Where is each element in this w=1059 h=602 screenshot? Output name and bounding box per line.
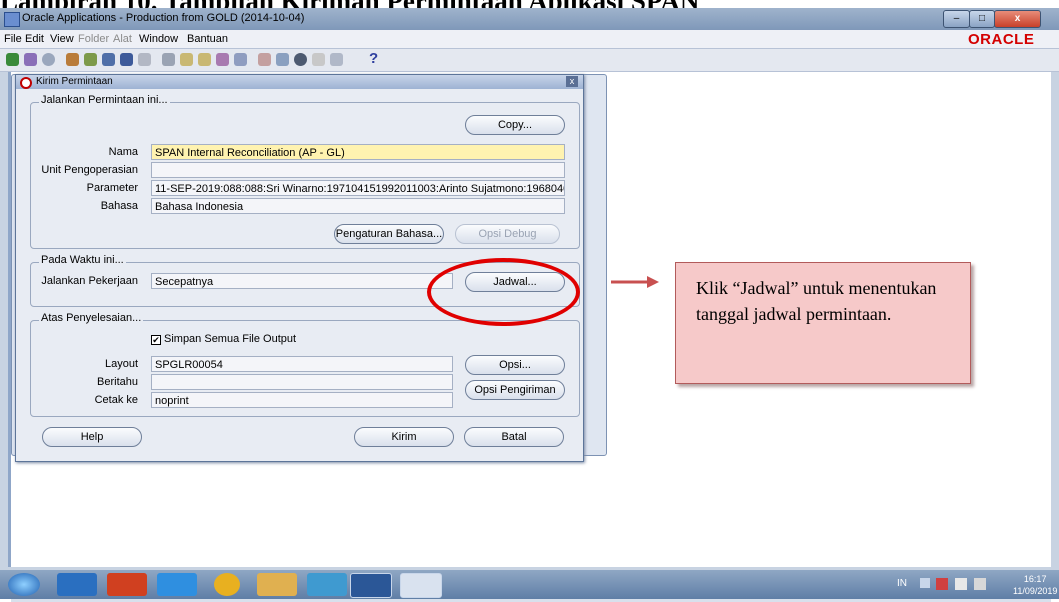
window-title: Oracle Applications - Production from GO… [22, 12, 305, 24]
dialog-close-button[interactable]: x [566, 76, 578, 87]
beritahu-field[interactable] [151, 374, 453, 390]
group-done-label: Atas Penyelesaian... [39, 312, 144, 324]
edit-field-icon[interactable] [258, 53, 271, 66]
clock-time: 16:17 [1023, 574, 1047, 584]
parameter-label: Parameter [86, 182, 138, 194]
menu-alat[interactable]: Alat [113, 33, 132, 45]
menu-file[interactable]: File [4, 33, 22, 45]
clock[interactable]: 16:17 11/09/2019 [1013, 573, 1057, 597]
menu-edit[interactable]: Edit [25, 33, 44, 45]
kirim-button[interactable]: Kirim [354, 427, 454, 447]
navigator-icon[interactable] [42, 53, 55, 66]
menu-bar: File Edit View Folder Alat Window Bantua… [0, 30, 1059, 49]
language-indicator[interactable]: IN [897, 578, 907, 589]
zoom-icon[interactable] [138, 53, 151, 66]
delete-record-icon[interactable] [234, 53, 247, 66]
java-icon[interactable] [400, 573, 442, 598]
opsi-button[interactable]: Opsi... [465, 355, 565, 375]
group-run-label: Jalankan Permintaan ini... [39, 94, 170, 106]
instruction-callout: Klik “Jadwal” untuk menentukan tanggal j… [675, 262, 971, 384]
bahasa-field[interactable]: Bahasa Indonesia [151, 198, 565, 214]
translations-icon[interactable] [312, 53, 325, 66]
word-icon[interactable] [350, 573, 392, 598]
maximize-button[interactable]: □ [969, 10, 995, 28]
cetak-ke-field[interactable]: noprint [151, 392, 453, 408]
unit-pengoperasian-label: Unit Pengoperasian [41, 164, 138, 176]
menu-window[interactable]: Window [139, 33, 178, 45]
dialog-titlebar[interactable]: Kirim Permintaan x [16, 75, 583, 89]
window-help-icon[interactable] [330, 53, 343, 66]
jalankan-pekerjaan-label: Jalankan Pekerjaan [41, 275, 138, 287]
attachments-icon[interactable] [276, 53, 289, 66]
oracle-app-icon [4, 12, 20, 27]
oracle-form-icon [20, 77, 32, 89]
next-step-icon[interactable] [84, 53, 97, 66]
menu-view[interactable]: View [50, 33, 74, 45]
office-icon[interactable] [107, 573, 147, 596]
menu-folder[interactable]: Folder [78, 33, 109, 45]
tray-arrow-icon[interactable] [920, 578, 930, 588]
windows-taskbar: IN 16:17 11/09/2019 [0, 570, 1059, 599]
save-icon[interactable] [66, 53, 79, 66]
chrome-icon[interactable] [214, 573, 240, 596]
outlook-icon[interactable] [57, 573, 97, 596]
new-icon[interactable] [6, 53, 19, 66]
close-window-button[interactable]: x [994, 10, 1041, 28]
print-icon[interactable] [102, 53, 115, 66]
nama-field[interactable]: SPAN Internal Reconciliation (AP - GL) [151, 144, 565, 160]
media-player-icon[interactable] [307, 573, 347, 596]
menu-bantuan[interactable]: Bantuan [187, 33, 228, 45]
file-explorer-icon[interactable] [257, 573, 297, 596]
pengaturan-bahasa-button[interactable]: Pengaturan Bahasa... [334, 224, 444, 244]
paste-icon[interactable] [198, 53, 211, 66]
group-time-label: Pada Waktu ini... [39, 254, 126, 266]
cut-icon[interactable] [162, 53, 175, 66]
minimize-button[interactable]: – [943, 10, 970, 28]
group-completion: Atas Penyelesaian... ✔ Simpan Semua File… [30, 312, 580, 417]
copy-icon[interactable] [180, 53, 193, 66]
simpan-output-checkbox[interactable]: ✔ [151, 335, 161, 345]
jadwal-highlight-circle [427, 258, 580, 326]
bahasa-label: Bahasa [100, 200, 138, 212]
unit-pengoperasian-field[interactable] [151, 162, 565, 178]
group-run-request: Jalankan Permintaan ini... Copy... Nama … [30, 94, 580, 249]
nama-label: Nama [108, 146, 138, 158]
window-titlebar[interactable]: Oracle Applications - Production from GO… [0, 8, 1059, 30]
beritahu-label: Beritahu [97, 376, 138, 388]
copy-button[interactable]: Copy... [465, 115, 565, 135]
parameter-field[interactable]: 11-SEP-2019:088:088:Sri Winarno:19710415… [151, 180, 565, 196]
volume-icon[interactable] [974, 578, 986, 590]
action-center-icon[interactable] [955, 578, 967, 590]
callout-text: Klik “Jadwal” untuk menentukan tanggal j… [696, 278, 937, 324]
opsi-pengiriman-button[interactable]: Opsi Pengiriman [465, 380, 565, 400]
layout-label: Layout [104, 358, 138, 370]
internet-explorer-icon[interactable] [157, 573, 197, 596]
folder-tools-icon[interactable] [294, 53, 307, 66]
help-button[interactable]: Help [42, 427, 142, 447]
start-orb-icon[interactable] [8, 573, 40, 596]
new-record-icon[interactable] [216, 53, 229, 66]
help-icon[interactable]: ? [369, 50, 378, 67]
jalankan-pekerjaan-field[interactable]: Secepatnya [151, 273, 453, 289]
oracle-logo: ORACLE [968, 31, 1035, 48]
clock-date: 11/09/2019 [1013, 586, 1058, 596]
pointer-arrow-icon [611, 276, 659, 288]
batal-button[interactable]: Batal [464, 427, 564, 447]
network-icon[interactable] [936, 578, 948, 590]
opsi-debug-button[interactable]: Opsi Debug [455, 224, 560, 244]
close-form-icon[interactable] [120, 53, 133, 66]
layout-field[interactable]: SPGLR00054 [151, 356, 453, 372]
find-icon[interactable] [24, 53, 37, 66]
cetak-ke-label: Cetak ke [94, 394, 138, 406]
dialog-title: Kirim Permintaan [36, 76, 113, 87]
toolbar: ? [0, 49, 1059, 72]
simpan-output-label: Simpan Semua File Output [164, 333, 297, 345]
